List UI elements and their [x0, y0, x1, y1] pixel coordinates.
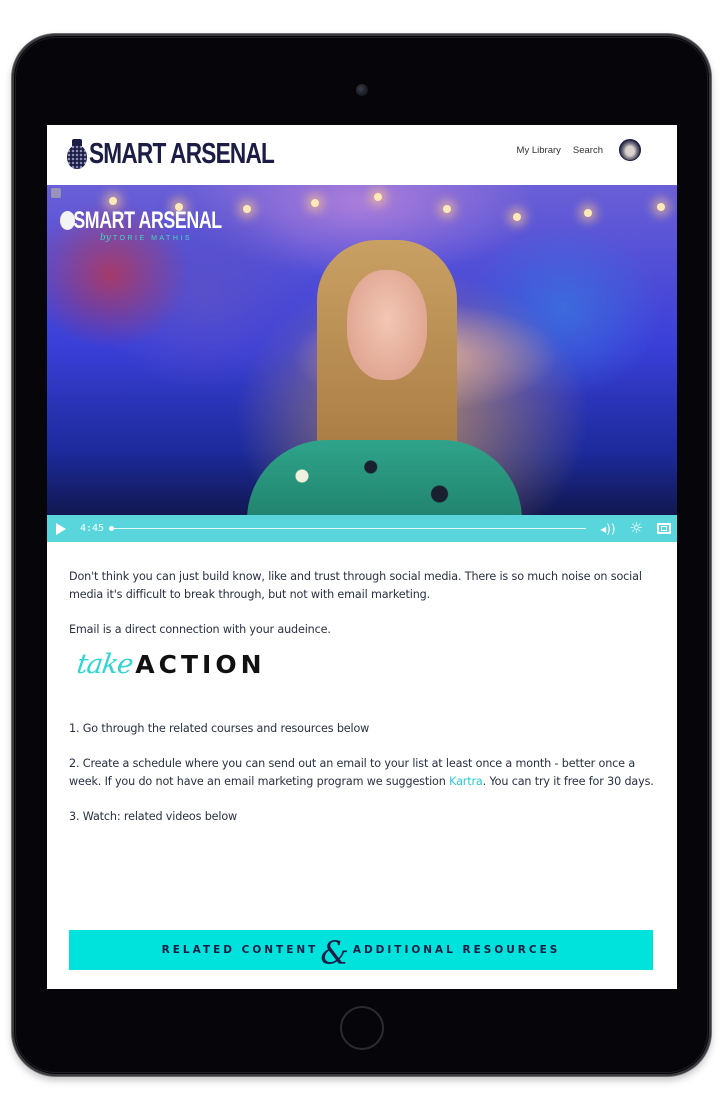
banner-left-text: RELATED CONTENT — [161, 944, 319, 956]
action-bold-text: ACTION — [135, 650, 266, 679]
kartra-link[interactable]: Kartra — [449, 775, 483, 788]
gear-icon[interactable]: ☼ — [630, 521, 643, 536]
step-1: 1. Go through the related courses and re… — [69, 722, 370, 735]
logo-text: SMART ARSENAL — [89, 138, 275, 170]
site-logo[interactable]: SMART ARSENAL — [67, 139, 326, 169]
watermark-title: SMART ARSENAL — [73, 207, 222, 234]
banner-right-text: ADDITIONAL RESOURCES — [352, 944, 561, 956]
take-script-text: take — [74, 649, 135, 680]
nav-search[interactable]: Search — [573, 145, 603, 156]
progress-handle[interactable] — [109, 526, 115, 531]
video-person-face — [347, 270, 427, 380]
progress-slider[interactable] — [109, 526, 587, 531]
top-nav: My Library Search — [505, 139, 641, 161]
site-header: SMART ARSENAL My Library Search — [47, 125, 677, 185]
screen: SMART ARSENAL My Library Search SMART AR… — [47, 125, 677, 989]
home-button[interactable] — [340, 1006, 384, 1050]
play-icon[interactable] — [56, 522, 66, 535]
lesson-content: Don't think you can just build know, lik… — [47, 542, 677, 826]
email-paragraph: Email is a direct connection with your a… — [69, 623, 331, 636]
related-content-banner: RELATED CONTENT & ADDITIONAL RESOURCES — [69, 930, 653, 970]
step-3: 3. Watch: related videos below — [69, 810, 238, 823]
camera-icon — [356, 84, 368, 96]
video-time: 4:45 — [80, 523, 105, 534]
volume-icon[interactable]: ◂)) — [600, 523, 615, 535]
fullscreen-icon[interactable] — [657, 523, 671, 534]
video-player[interactable]: SMART ARSENAL by TORIE MATHIS 4:45 ◂)) ☼ — [47, 185, 677, 542]
take-action-heading: take ACTION — [74, 649, 655, 696]
nav-my-library[interactable]: My Library — [517, 145, 561, 156]
grenade-brain-icon — [67, 139, 87, 169]
banner-ampersand: & — [320, 934, 349, 972]
avatar[interactable] — [619, 139, 641, 161]
step-2: 2. Create a schedule where you can send … — [69, 757, 654, 788]
video-watermark: SMART ARSENAL by TORIE MATHIS — [60, 207, 279, 243]
video-controls: 4:45 ◂)) ☼ — [47, 515, 677, 542]
intro-paragraph: Don't think you can just build know, lik… — [69, 570, 642, 601]
